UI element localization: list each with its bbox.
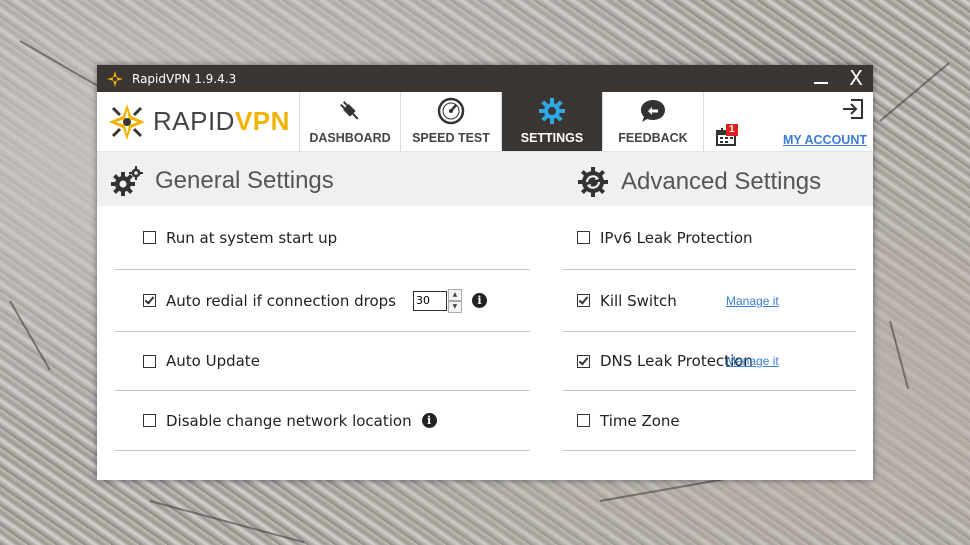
- logo-emblem-icon: [109, 103, 145, 140]
- logo-wordmark: RAPIDVPN: [153, 106, 290, 137]
- title-bar[interactable]: RapidVPN 1.9.4.3 X: [97, 65, 873, 92]
- manage-kill-switch-link[interactable]: Manage it: [726, 294, 779, 308]
- gears-icon: [111, 166, 143, 196]
- plug-icon: [340, 101, 359, 120]
- advanced-settings-heading: Advanced Settings: [577, 166, 821, 198]
- setting-label: Run at system start up: [166, 228, 338, 247]
- minimize-button[interactable]: [814, 72, 828, 86]
- app-window: RapidVPN 1.9.4.3 X RAPIDVPN DASHBOARD SP…: [97, 65, 873, 480]
- setting-auto-update: Auto Update: [115, 332, 530, 391]
- info-icon[interactable]: i: [471, 293, 487, 308]
- setting-label: Auto redial if connection drops: [166, 291, 396, 310]
- logo-part-rapid: RAPID: [153, 106, 235, 136]
- speedometer-icon: [437, 97, 465, 125]
- setting-label: Time Zone: [600, 411, 680, 430]
- stepper-up-button[interactable]: ▲: [447, 288, 462, 301]
- dns-leak-protection-checkbox[interactable]: [577, 354, 590, 368]
- window-title: RapidVPN 1.9.4.3: [132, 71, 237, 86]
- setting-time-zone: Time Zone: [563, 391, 856, 451]
- tab-label: DASHBOARD: [309, 131, 391, 145]
- ipv6-leak-protection-checkbox[interactable]: [577, 231, 590, 244]
- redial-count-stepper: ▲ ▼: [412, 288, 462, 313]
- chat-bubble-icon: [641, 100, 665, 122]
- setting-label: IPv6 Leak Protection: [600, 228, 753, 247]
- tab-label: FEEDBACK: [618, 131, 688, 145]
- redial-count-input[interactable]: [412, 290, 447, 311]
- close-button[interactable]: X: [849, 67, 863, 89]
- tab-dashboard[interactable]: DASHBOARD: [300, 92, 401, 151]
- tab-settings[interactable]: SETTINGS: [502, 92, 603, 151]
- general-settings-title: General Settings: [155, 167, 334, 194]
- app-logo-icon: [106, 70, 124, 87]
- setting-run-at-startup: Run at system start up: [115, 206, 530, 270]
- logout-icon[interactable]: [841, 98, 865, 120]
- info-icon[interactable]: i: [421, 413, 437, 428]
- setting-label: Kill Switch: [600, 291, 677, 310]
- auto-redial-checkbox[interactable]: [143, 294, 156, 307]
- setting-label: Disable change network location: [166, 411, 412, 430]
- advanced-settings-title: Advanced Settings: [621, 168, 822, 195]
- tab-speed-test[interactable]: SPEED TEST: [401, 92, 502, 151]
- logo-part-vpn: VPN: [234, 106, 290, 136]
- tab-label: SETTINGS: [520, 131, 584, 145]
- settings-header: General Settings Advanced Settings: [97, 152, 873, 206]
- auto-update-checkbox[interactable]: [143, 354, 156, 368]
- general-settings-heading: General Settings: [111, 166, 334, 196]
- refresh-gear-icon: [578, 167, 608, 197]
- notification-badge: 1: [726, 124, 738, 136]
- my-account-link[interactable]: MY ACCOUNT: [783, 133, 867, 147]
- tab-label: SPEED TEST: [412, 131, 490, 145]
- setting-label: Auto Update: [166, 352, 260, 370]
- manage-dns-leak-link[interactable]: Manage it: [726, 354, 779, 368]
- time-zone-checkbox[interactable]: [577, 414, 590, 427]
- nav-extra-area: 1 MY ACCOUNT: [704, 92, 873, 151]
- setting-dns-leak-protection: DNS Leak Protection Manage it: [563, 332, 856, 391]
- setting-ipv6-leak-protection: IPv6 Leak Protection: [563, 206, 856, 270]
- rapidvpn-logo: RAPIDVPN: [97, 92, 300, 151]
- setting-kill-switch: Kill Switch Manage it: [563, 270, 856, 332]
- advanced-settings-list: IPv6 Leak Protection Kill Switch Manage …: [563, 206, 856, 451]
- stepper-down-button[interactable]: ▼: [447, 300, 462, 313]
- gear-icon: [539, 98, 565, 124]
- disable-network-location-checkbox[interactable]: [143, 414, 156, 427]
- stepper-buttons: ▲ ▼: [447, 288, 462, 313]
- run-at-startup-checkbox[interactable]: [143, 231, 156, 244]
- nav-bar: RAPIDVPN DASHBOARD SPEED TEST SETTINGS F…: [97, 92, 873, 152]
- kill-switch-checkbox[interactable]: [577, 294, 590, 307]
- general-settings-list: Run at system start up Auto redial if co…: [115, 206, 530, 451]
- tab-feedback[interactable]: FEEDBACK: [603, 92, 704, 151]
- setting-auto-redial: Auto redial if connection drops ▲ ▼ i: [115, 270, 530, 332]
- setting-disable-network-location: Disable change network location i: [115, 391, 530, 451]
